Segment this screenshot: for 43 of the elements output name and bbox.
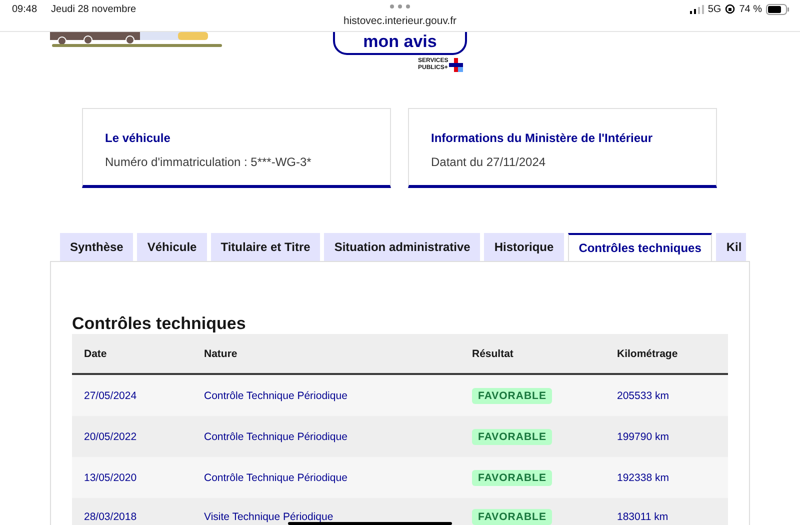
status-time: 09:48	[12, 4, 38, 14]
nature-link[interactable]: Contrôle Technique Périodique	[204, 390, 348, 402]
signal-icon	[690, 4, 704, 14]
column-header: Résultat	[472, 348, 514, 360]
mileage-link[interactable]: 183011 km	[617, 511, 668, 523]
feedback-button[interactable]: mon avis	[333, 30, 467, 55]
result-badge: FAVORABLE	[472, 470, 552, 486]
mileage-link[interactable]: 192338 km	[617, 472, 669, 484]
tab[interactable]: Historique	[484, 233, 564, 261]
nature-link[interactable]: Contrôle Technique Périodique	[204, 472, 348, 484]
plus-logo-icon	[449, 58, 464, 72]
column-header: Kilométrage	[617, 348, 678, 360]
card-text: Numéro d'immatriculation : 5***-WG-3*	[105, 155, 312, 169]
date-link[interactable]: 27/05/2024	[84, 390, 137, 402]
result-badge: FAVORABLE	[472, 428, 552, 444]
section-title: Contrôles techniques	[72, 314, 247, 334]
tab[interactable]: Kil	[716, 233, 746, 261]
status-date: Jeudi 28 novembre	[51, 4, 136, 14]
tab[interactable]: Situation administrative	[324, 233, 480, 261]
column-header: Nature	[204, 348, 238, 360]
date-link[interactable]: 13/05/2020	[84, 472, 137, 484]
result-badge: FAVORABLE	[472, 509, 552, 525]
nature-link[interactable]: Contrôle Technique Périodique	[204, 430, 348, 442]
card-title: Informations du Ministère de l'Intérieur	[431, 131, 654, 145]
tab[interactable]: Titulaire et Titre	[210, 233, 320, 261]
date-link[interactable]: 20/05/2022	[84, 430, 137, 442]
card-title: Le véhicule	[105, 131, 172, 145]
date-link[interactable]: 28/03/2018	[84, 511, 137, 523]
tab[interactable]: Synthèse	[60, 233, 134, 261]
tab[interactable]: Contrôles techniques	[568, 233, 712, 261]
lock-rotation-icon	[725, 4, 736, 14]
nature-link[interactable]: Visite Technique Périodique	[204, 511, 334, 523]
mileage-link[interactable]: 199790 km	[617, 430, 669, 442]
network-label: 5G	[708, 4, 722, 14]
url-label[interactable]: histovec.interieur.gouv.fr	[0, 15, 800, 27]
battery-icon	[766, 4, 790, 14]
mileage-link[interactable]: 205533 km	[617, 390, 669, 402]
column-header: Date	[84, 348, 107, 360]
result-badge: FAVORABLE	[472, 388, 552, 404]
card-text: Datant du 27/11/2024	[431, 155, 547, 169]
battery-percent: 74 %	[739, 4, 762, 14]
more-icon[interactable]	[389, 4, 411, 9]
tab[interactable]: Véhicule	[137, 233, 207, 261]
